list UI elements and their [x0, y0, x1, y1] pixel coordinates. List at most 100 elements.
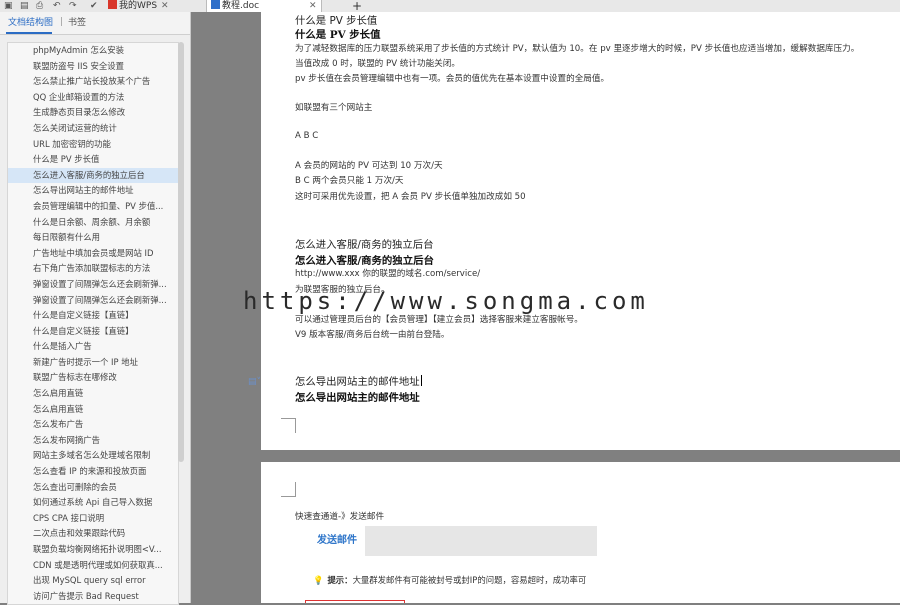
- watermark: https://www.songma.com: [243, 287, 649, 315]
- tree-item[interactable]: 怎么导出网站主的邮件地址: [8, 183, 178, 199]
- body-text-line: pv 步长值在会员管理编辑中也有一项。会员的值优先在基本设置中设置的全局值。: [295, 72, 609, 84]
- line-text: 怎么导出网站主的邮件地址: [295, 392, 420, 404]
- tree-item[interactable]: 怎么查出可删除的会员: [8, 480, 178, 496]
- heading-line: 怎么导出网站主的邮件地址: [295, 389, 420, 404]
- tree-item[interactable]: 什么是自定义链接【直链】: [8, 308, 178, 324]
- save-icon[interactable]: ▣: [4, 1, 13, 11]
- tree-item[interactable]: 什么是日余额、周余额、月余额: [8, 215, 178, 231]
- tip-text: 大量群发邮件有可能被封号或封IP的问题，容易超时，成功率可: [352, 575, 587, 585]
- tip-message: 💡 提示：大量群发邮件有可能被封号或封IP的问题，容易超时，成功率可: [313, 574, 586, 586]
- body-text-line: 为了减轻数据库的压力联盟系统采用了步长值的方式统计 PV，默认值为 10。在 p…: [295, 42, 859, 54]
- tree-item[interactable]: 什么是 PV 步长值: [8, 152, 178, 168]
- document-map-tree: phpMyAdmin 怎么安装 联盟防盗号 IIS 安全设置 怎么禁止推广站长投放某…: [7, 42, 179, 605]
- heading-line: 怎么导出网站主的邮件地址: [295, 373, 422, 388]
- line-text: 为了减轻数据库的压力联盟系统采用了步长值的方式统计 PV，默认值为 10。在 p…: [295, 44, 860, 54]
- tab-document-map[interactable]: 文档结构图: [8, 17, 53, 29]
- tree-item[interactable]: 右下角广告添加联盟标志的方法: [8, 261, 178, 277]
- line-text: 怎么进入客服/商务的独立后台: [295, 255, 434, 267]
- page-corner-mark: [281, 418, 296, 433]
- tab-bookmarks[interactable]: 书签: [68, 17, 86, 29]
- tree-item[interactable]: 访问广告提示 Bad Request: [8, 589, 178, 604]
- document-icon: [211, 0, 220, 9]
- tree-item[interactable]: 弹窗设置了间隔弹怎么还会刷新弹...: [8, 277, 178, 293]
- line-text: 这时可采用优先设置，把 A 会员 PV 步长值单独加改成如 50: [295, 192, 526, 202]
- tree-item[interactable]: 怎么进入客服/商务的独立后台: [8, 167, 178, 184]
- tree-item[interactable]: 网站主多域名怎么处理域名限制: [8, 448, 178, 464]
- tree-item[interactable]: CPS CPA 接口说明: [8, 511, 178, 527]
- navigation-pane: 文档结构图 | 书签 phpMyAdmin 怎么安装 联盟防盗号 IIS 安全设置…: [0, 12, 191, 605]
- wps-logo-icon: [108, 0, 117, 9]
- line-text: B C 两个会员只能 1 万次/天: [295, 176, 404, 186]
- line-text: 什么是 PV 步长值: [295, 29, 381, 41]
- heading-line: 怎么进入客服/商务的独立后台: [295, 252, 434, 267]
- lightbulb-icon: 💡: [313, 575, 324, 585]
- body-text-line: B C 两个会员只能 1 万次/天: [295, 174, 404, 186]
- line-text: http://www.xxx 你的联盟的域名.com/service/: [295, 269, 481, 279]
- line-text: V9 版本客服/商务后台统一由前台登陆。: [295, 330, 450, 340]
- tree-item[interactable]: 广告地址中填加会员或是网站 ID: [8, 246, 178, 262]
- undo-icon[interactable]: ↶: [53, 1, 61, 11]
- send-mail-panel: 发送邮件: [309, 526, 597, 556]
- tree-item[interactable]: 怎么发布网摘广告: [8, 433, 178, 449]
- line-text: 怎么进入客服/商务的独立后台: [295, 239, 434, 251]
- print-icon[interactable]: ⎙: [36, 1, 43, 11]
- new-tab-button[interactable]: +: [348, 0, 366, 12]
- tree-item[interactable]: phpMyAdmin 怎么安装: [8, 43, 178, 59]
- redo-icon[interactable]: ↷: [69, 1, 77, 11]
- tree-item[interactable]: 新建广告时提示一个 IP 地址: [8, 355, 178, 371]
- tree-item[interactable]: 怎么发布广告: [8, 417, 178, 433]
- tree-item[interactable]: 会员管理编辑中的扣量、PV 步值...: [8, 199, 178, 215]
- breadcrumb: 快速查通道-》发送邮件: [295, 512, 385, 522]
- page-corner-mark: [281, 482, 296, 497]
- tree-item[interactable]: QQ 企业邮箱设置的方法: [8, 90, 178, 106]
- navigation-scrollbar[interactable]: [178, 42, 184, 462]
- body-text-line: A 会员的网站的 PV 可达到 10 万次/天: [295, 159, 443, 171]
- tree-item[interactable]: 怎么启用直链: [8, 402, 178, 418]
- navigation-pane-tabs: 文档结构图 | 书签: [0, 12, 190, 35]
- line-text: A 会员的网站的 PV 可达到 10 万次/天: [295, 161, 443, 171]
- line-text: A B C: [295, 131, 319, 141]
- tree-item[interactable]: 出现 MySQL query sql error: [8, 573, 178, 589]
- tree-item[interactable]: 联盟防盗号 IIS 安全设置: [8, 59, 178, 75]
- line-text: 如联盟有三个网站主: [295, 103, 373, 113]
- tree-item[interactable]: 怎么启用直链: [8, 386, 178, 402]
- body-text-line: A B C: [295, 131, 318, 141]
- document-page[interactable]: ▤˅ 什么是 PV 步长值 什么是 PV 步长值为了减轻数据库的压力联盟系统采用了…: [248, 12, 900, 450]
- tree-item[interactable]: 怎么查看 IP 的来源和投放页面: [8, 464, 178, 480]
- tree-item[interactable]: 二次点击和效果跟踪代码: [8, 526, 178, 542]
- tree-item[interactable]: 怎么禁止推广站长投放某个广告: [8, 74, 178, 90]
- document-page[interactable]: 快速查通道-》发送邮件 发送邮件 💡 提示：大量群发邮件有可能被封号或封IP的问题…: [261, 462, 900, 603]
- tree-item[interactable]: 什么是插入广告: [8, 339, 178, 355]
- body-text-line: V9 版本客服/商务后台统一由前台登陆。: [295, 328, 449, 340]
- line-text: 怎么导出网站主的邮件地址: [295, 376, 420, 388]
- tree-item[interactable]: 每日限额有什么用: [8, 230, 178, 246]
- close-icon[interactable]: ✕: [161, 1, 169, 11]
- tree-item[interactable]: 联盟广告标志在哪修改: [8, 370, 178, 386]
- tree-item[interactable]: 弹窗设置了间隔弹怎么还会刷新弹...: [8, 293, 178, 309]
- active-tab-indicator: [6, 32, 52, 34]
- check-icon[interactable]: ✔: [90, 1, 98, 11]
- tree-item[interactable]: CDN 或是透明代理或如何获取真...: [8, 558, 178, 574]
- heading-line: 怎么进入客服/商务的独立后台: [295, 236, 434, 251]
- tree-item[interactable]: 联盟负载均衡网络拓扑说明图<V...: [8, 542, 178, 558]
- send-mail-title: 发送邮件: [309, 526, 365, 556]
- tree-item[interactable]: 什么是自定义链接【直链】: [8, 324, 178, 340]
- tree-item[interactable]: 如何通过系统 Api 自己导入数据: [8, 495, 178, 511]
- text-cursor: [420, 375, 422, 386]
- tab-separator: |: [60, 17, 64, 27]
- body-text-line: 当值改成 0 时，联盟的 PV 统计功能关闭。: [295, 57, 460, 69]
- body-text-line: 如联盟有三个网站主: [295, 101, 372, 113]
- line-text: 可以通过管理员后台的【会员管理】【建立会员】选择客服来建立客服帐号。: [295, 315, 583, 325]
- paragraph-marker-icon: ▤˅: [248, 377, 262, 387]
- tree-item[interactable]: 生成静态页目录怎么修改: [8, 105, 178, 121]
- tree-item[interactable]: 怎么关闭试运营的统计: [8, 121, 178, 137]
- body-text-line: 这时可采用优先设置，把 A 会员 PV 步长值单独加改成如 50: [295, 190, 526, 202]
- line-text: 当值改成 0 时，联盟的 PV 统计功能关闭。: [295, 59, 460, 69]
- close-icon[interactable]: ✕: [309, 1, 317, 11]
- tree-item[interactable]: URL 加密密钥的功能: [8, 137, 178, 153]
- tab-my-wps[interactable]: 我的WPS ✕: [104, 0, 173, 12]
- tab-label: 我的WPS: [119, 1, 158, 11]
- folder-icon[interactable]: ▤: [20, 1, 29, 11]
- tab-document[interactable]: 教程.doc ✕: [206, 0, 322, 12]
- heading-line: 什么是 PV 步长值: [295, 12, 377, 27]
